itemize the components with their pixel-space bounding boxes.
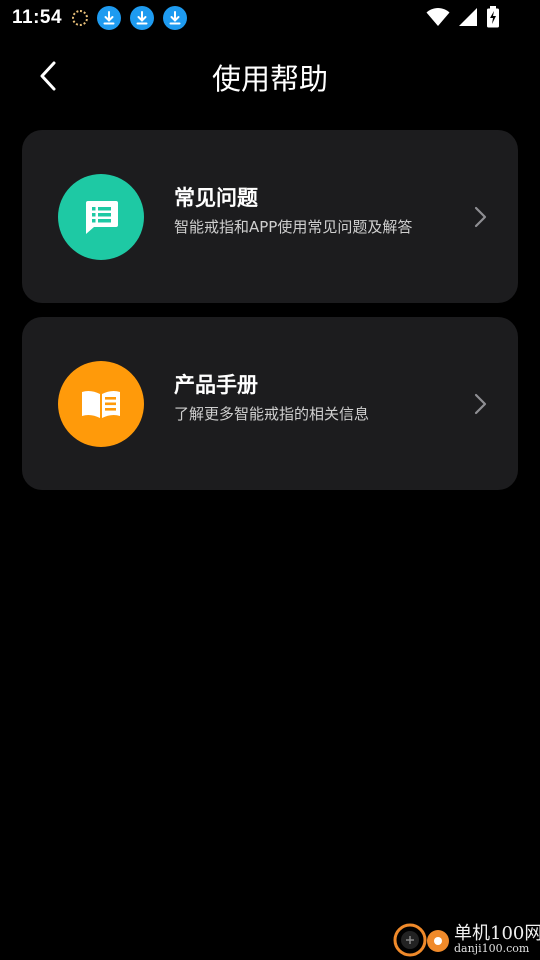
manual-subtitle: 了解更多智能戒指的相关信息 (174, 405, 370, 423)
faq-icon-circle (58, 174, 144, 260)
download-icon (163, 6, 188, 30)
watermark-url: danji100.com (454, 942, 530, 955)
watermark-logo-icon (393, 923, 449, 957)
system-status-icons (426, 6, 500, 28)
chevron-right-icon (474, 393, 487, 415)
chat-list-icon (86, 201, 118, 234)
faq-subtitle: 智能戒指和APP使用常见问题及解答 (174, 218, 413, 236)
faq-title: 常见问题 (174, 186, 258, 210)
watermark: 单机100网 danji100.com (388, 914, 540, 960)
chevron-right-icon (474, 206, 487, 228)
header: 使用帮助 (0, 36, 540, 116)
status-bar: 11:54 (0, 0, 540, 36)
notification-icons (72, 6, 188, 30)
sync-ring-icon (72, 10, 89, 26)
open-book-icon (82, 390, 120, 418)
product-manual-card[interactable]: 产品手册 了解更多智能戒指的相关信息 (22, 317, 518, 490)
help-screen: 11:54 使用帮助 常见问题 智能戒指和APP使用常见问题及解答 产品手册 了… (0, 0, 540, 960)
download-icon (130, 6, 155, 30)
download-icon (97, 6, 122, 30)
wifi-icon (426, 8, 450, 26)
manual-icon-circle (58, 361, 144, 447)
status-time: 11:54 (12, 7, 63, 28)
page-title: 使用帮助 (211, 62, 328, 96)
cell-signal-icon (459, 8, 477, 26)
battery-charging-icon (487, 6, 499, 28)
faq-card[interactable]: 常见问题 智能戒指和APP使用常见问题及解答 (22, 130, 518, 303)
manual-title: 产品手册 (174, 373, 258, 397)
